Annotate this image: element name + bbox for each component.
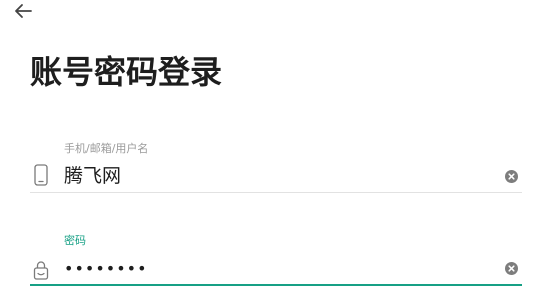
account-label: 手机/邮箱/用户名 xyxy=(64,142,149,155)
clear-circle-icon xyxy=(504,169,518,183)
back-button[interactable] xyxy=(10,0,36,22)
lock-icon xyxy=(31,258,51,282)
password-clear-button[interactable] xyxy=(504,261,518,275)
password-label: 密码 xyxy=(64,234,86,247)
account-input[interactable] xyxy=(64,163,492,189)
password-input[interactable] xyxy=(64,258,492,280)
password-field: 密码 xyxy=(30,233,522,286)
page-title: 账号密码登录 xyxy=(30,53,223,91)
arrow-left-icon xyxy=(15,4,32,18)
account-clear-button[interactable] xyxy=(504,169,518,183)
account-underline xyxy=(30,192,522,193)
phone-icon xyxy=(31,163,51,187)
clear-circle-icon xyxy=(504,261,518,275)
login-page: 账号密码登录 手机/邮箱/用户名 密码 xyxy=(0,0,557,286)
account-field: 手机/邮箱/用户名 xyxy=(30,141,522,194)
